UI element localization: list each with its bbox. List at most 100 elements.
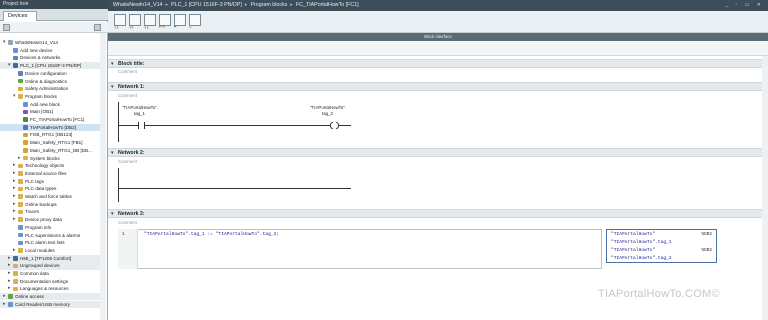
ladder-element-label: -|/|- xyxy=(129,25,134,29)
tree-item[interactable]: ▸ PLC data types xyxy=(0,185,106,192)
tree-item[interactable]: Safety Administration xyxy=(0,85,106,92)
expand-toggle-icon[interactable]: ▸ xyxy=(13,170,16,177)
tree-item-label: Main_Safety_RTG1_DB [DB... xyxy=(30,147,92,153)
expand-toggle-icon[interactable]: ▸ xyxy=(8,278,11,285)
network-3-header[interactable]: ▾ Network 3: xyxy=(108,209,768,218)
tree-item[interactable]: Main [OB1] xyxy=(0,108,106,115)
tree-item[interactable]: ▸ Online backups xyxy=(0,201,106,208)
breadcrumb-block[interactable]: FC_TIAPortalHowTo [FC1] xyxy=(296,2,359,8)
tree-item[interactable]: ▸ Languages & resources xyxy=(0,285,106,292)
network-2-header[interactable]: ▾ Network 2: xyxy=(108,148,768,157)
editor-scrollbar[interactable] xyxy=(762,56,768,320)
network-1-comment[interactable]: Comment xyxy=(118,93,137,98)
collapse-icon[interactable]: ▾ xyxy=(111,60,114,68)
contact-operand-tag[interactable]: tag_1 xyxy=(134,111,145,116)
tree-item[interactable]: ▸ HMI_1 [TP1200 Comfort] xyxy=(0,254,106,262)
view-toggle-icon[interactable] xyxy=(3,24,10,31)
tree-item[interactable]: Add new device xyxy=(0,47,106,54)
tab-devices[interactable]: Devices xyxy=(3,11,37,21)
tree-item-icon xyxy=(18,202,23,207)
table-view-icon[interactable] xyxy=(94,24,101,31)
tree-item[interactable]: PLC alarm text lists xyxy=(0,239,106,246)
tree-scrollbar[interactable] xyxy=(100,33,106,320)
tree-item[interactable]: Main_Safety_RTG1 [FB1] xyxy=(0,139,106,146)
tree-item[interactable]: ▸ External source files xyxy=(0,170,106,177)
expand-toggle-icon[interactable]: ▸ xyxy=(18,155,21,162)
expand-toggle-icon[interactable]: ▸ xyxy=(13,162,16,169)
expand-toggle-icon[interactable]: ▸ xyxy=(8,270,11,277)
breadcrumb-project[interactable]: WhatisNewIn14_V14 xyxy=(113,2,162,8)
tree-item[interactable]: Device configuration xyxy=(0,70,106,77)
expand-toggle-icon[interactable]: ▸ xyxy=(3,301,6,308)
expand-toggle-icon[interactable]: ▸ xyxy=(13,216,16,223)
tree-item[interactable]: ▸ Watch and force tables xyxy=(0,193,106,200)
collapse-icon[interactable]: ▾ xyxy=(111,210,114,218)
coil-operand-tag[interactable]: tag_2 xyxy=(322,111,333,116)
ladder-element-label: -| |- xyxy=(114,25,119,29)
collapse-icon[interactable]: ▾ xyxy=(111,83,114,91)
tree-item[interactable]: Online & diagnostics xyxy=(0,78,106,85)
no-contact[interactable] xyxy=(138,121,145,129)
network-1-header[interactable]: ▾ Network 1: xyxy=(108,82,768,91)
expand-toggle-icon[interactable]: ▾ xyxy=(13,93,16,100)
tree-item[interactable]: ▾ Program blocks xyxy=(0,93,106,100)
tree-item[interactable]: PLC supervisions & alarms xyxy=(0,232,106,239)
tree-item[interactable]: ▸ Technology objects xyxy=(0,162,106,169)
tree-item[interactable]: FC_TIAPortalHowTo [FC1] xyxy=(0,116,106,123)
network-3-comment[interactable]: Comment xyxy=(118,220,137,225)
tree-item[interactable]: ▸ Ungrouped devices xyxy=(0,262,106,270)
expand-toggle-icon[interactable]: ▸ xyxy=(13,208,16,215)
expand-toggle-icon[interactable]: ▸ xyxy=(8,255,11,262)
empty-rung[interactable] xyxy=(119,188,351,189)
tree-item[interactable]: Add new block xyxy=(0,101,106,108)
autocomplete-item[interactable]: "TIAPortalHowTo" xyxy=(611,248,655,253)
expand-toggle-icon[interactable]: ▸ xyxy=(8,285,11,292)
tree-item[interactable]: ▸ Common data xyxy=(0,270,106,277)
tree-item-label: Technology objects xyxy=(25,163,65,169)
tree-item[interactable]: ▸ Online access xyxy=(0,293,106,301)
autocomplete-item[interactable]: "TIAPortalHowTo" xyxy=(611,232,655,237)
breadcrumb: WhatisNewIn14_V14 ▸ PLC_1 [CPU 1516F-3 PN/… xyxy=(108,0,768,11)
breadcrumb-program-blocks[interactable]: Program blocks xyxy=(250,2,287,8)
tree-item-icon xyxy=(23,155,28,161)
expand-toggle-icon[interactable]: ▸ xyxy=(8,262,11,269)
expand-toggle-icon[interactable]: ▸ xyxy=(13,247,16,254)
tree-item[interactable]: Devices & networks xyxy=(0,54,106,61)
expand-toggle-icon[interactable]: ▾ xyxy=(3,39,6,46)
expand-toggle-icon[interactable]: ▸ xyxy=(13,185,16,192)
expand-toggle-icon[interactable]: ▸ xyxy=(13,201,16,208)
block-interface-bar[interactable]: Block interface xyxy=(108,33,768,41)
tree-item[interactable]: TIAPortalHowTo [DB2] xyxy=(0,123,106,132)
tree-item[interactable]: ▸ System blocks xyxy=(0,155,106,162)
tree-item[interactable]: Program info xyxy=(0,224,106,231)
output-coil[interactable] xyxy=(330,121,339,129)
contact-operand-db[interactable]: "TIAPortalHowTo". xyxy=(122,105,158,110)
collapse-icon[interactable]: ▾ xyxy=(111,149,114,157)
expand-toggle-icon[interactable]: ▸ xyxy=(3,293,6,300)
tree-item[interactable]: FOB_RTG1 [OB123] xyxy=(0,131,106,138)
block-title-bar[interactable]: ▾ Block title: xyxy=(108,59,768,68)
block-comment[interactable]: Comment xyxy=(118,69,137,74)
breadcrumb-plc[interactable]: PLC_1 [CPU 1516F-3 PN/DP] xyxy=(171,2,242,8)
tree-item[interactable]: ▸ Device proxy data xyxy=(0,216,106,223)
tree-item[interactable]: Main_Safety_RTG1_DB [DB... xyxy=(0,147,106,154)
scl-code-line[interactable]: "TIAPortalHowTo".tag_1 := "TIAPortalHowT… xyxy=(144,232,279,237)
tree-item[interactable]: ▸ PLC tags xyxy=(0,178,106,185)
expand-toggle-icon[interactable]: ▸ xyxy=(13,178,16,185)
coil-operand-db[interactable]: "TIAPortalHowTo". xyxy=(310,105,346,110)
tree-item[interactable]: ▸ Traces xyxy=(0,208,106,215)
tree-item[interactable]: ▾ WhatisNewIn14_V14 xyxy=(0,39,106,46)
tree-item-label: Device configuration xyxy=(25,70,67,76)
tree-item[interactable]: ▸ Local modules xyxy=(0,247,106,254)
autocomplete-item[interactable]: "TIAPortalHowTo".tag_2 xyxy=(611,256,672,261)
expand-toggle-icon[interactable]: ▾ xyxy=(8,62,11,69)
window-controls[interactable]: _ ▫ ▭ ✕ xyxy=(725,2,764,9)
tree-item[interactable]: ▸ Documentation settings xyxy=(0,278,106,285)
expand-toggle-icon[interactable]: ▸ xyxy=(13,193,16,200)
tree-item[interactable]: ▾ PLC_1 [CPU 1516F-3 PN/DP] xyxy=(0,62,106,70)
network-2-comment[interactable]: Comment xyxy=(118,159,137,164)
tree-item-label: Online & diagnostics xyxy=(25,78,67,84)
tree-item[interactable]: ▸ Card Reader/USB memory xyxy=(0,300,106,309)
autocomplete-item[interactable]: "TIAPortalHowTo".tag_1 xyxy=(611,240,672,245)
breadcrumb-separator-icon: ▸ xyxy=(165,2,169,8)
